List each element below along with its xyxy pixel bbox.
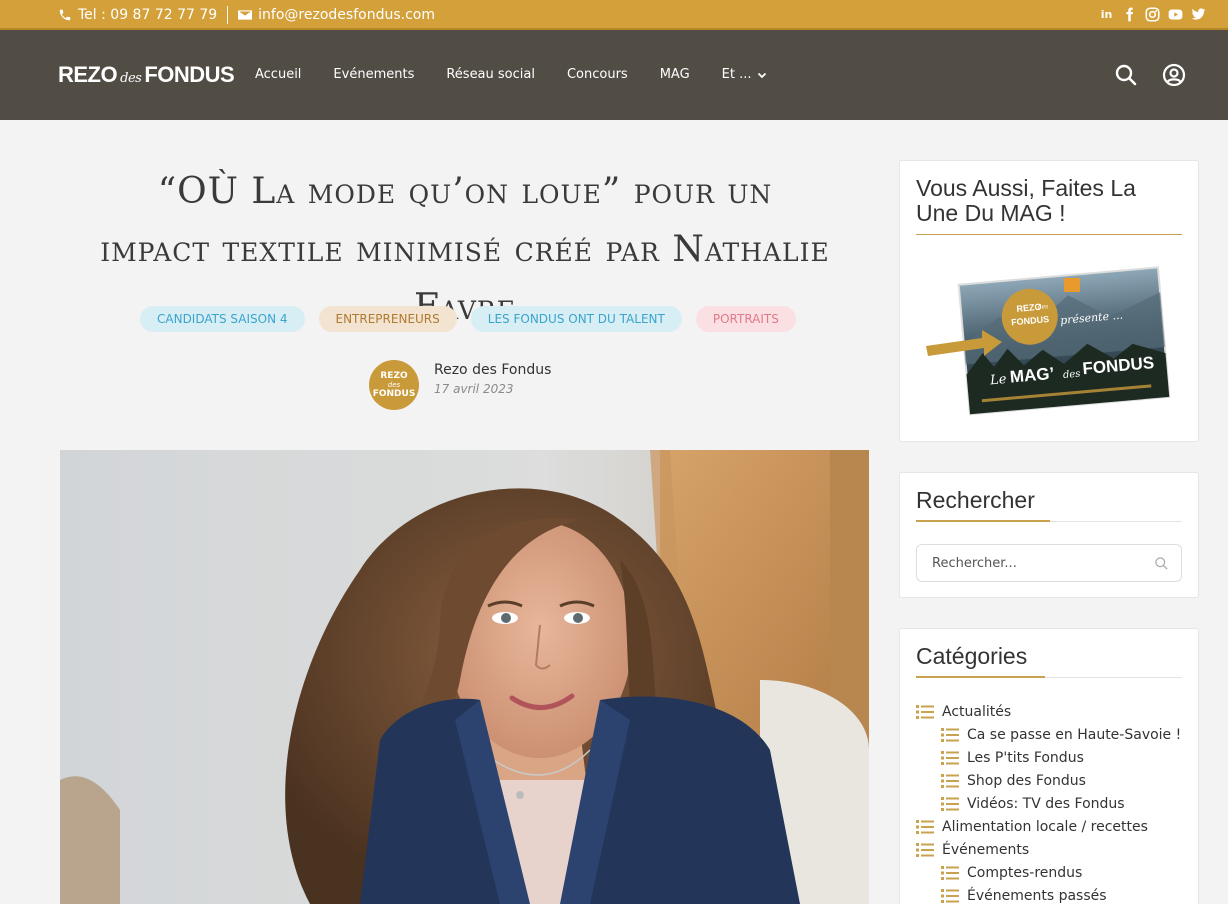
- author-name[interactable]: Rezo des Fondus: [434, 362, 551, 378]
- mag-widget-title: Vous Aussi, Faites La Une Du MAG !: [916, 176, 1182, 235]
- featured-photo: [60, 450, 869, 904]
- avatar[interactable]: REZO des FONDUS: [369, 360, 419, 410]
- linkedin-icon[interactable]: in: [1099, 7, 1114, 22]
- category-item[interactable]: Shop des Fondus: [916, 769, 1182, 792]
- category-item[interactable]: Ca se passe en Haute-Savoie !: [916, 723, 1182, 746]
- logo-text-des: des: [120, 71, 142, 86]
- list-icon: [941, 796, 959, 811]
- categories-widget: Catégories Actualités Ca se passe en Hau…: [899, 628, 1199, 904]
- search-widget-title: Rechercher: [916, 487, 1035, 513]
- youtube-icon[interactable]: [1168, 7, 1183, 22]
- phone-link[interactable]: Tel : 09 87 72 77 79: [58, 7, 217, 23]
- category-label: Événements: [942, 841, 1030, 858]
- nav-reseau-social[interactable]: Réseau social: [446, 67, 535, 82]
- search-placeholder: Rechercher...: [932, 555, 1017, 571]
- list-icon: [941, 773, 959, 788]
- category-item[interactable]: Événements passés: [916, 884, 1182, 904]
- email-link[interactable]: info@rezodesfondus.com: [238, 7, 435, 23]
- avatar-text-fondus: FONDUS: [372, 388, 416, 399]
- list-icon: [941, 750, 959, 765]
- category-label: Shop des Fondus: [967, 772, 1086, 789]
- list-icon: [941, 727, 959, 742]
- list-icon: [916, 704, 934, 719]
- list-icon: [941, 865, 959, 880]
- list-icon: [916, 819, 934, 834]
- svg-text:Le: Le: [989, 372, 1008, 388]
- nav-mag[interactable]: MAG: [660, 67, 690, 82]
- svg-text:MAG’: MAG’: [1009, 364, 1055, 387]
- tag-candidats-saison-4[interactable]: CANDIDATS SAISON 4: [140, 306, 305, 332]
- nav-more-label: Et ...: [721, 67, 752, 82]
- site-logo[interactable]: REZO des FONDUS: [58, 62, 235, 88]
- search-icon[interactable]: [1114, 63, 1138, 87]
- category-label: Comptes-rendus: [967, 864, 1083, 881]
- top-contact-bar: Tel : 09 87 72 77 79 info@rezodesfondus.…: [0, 0, 1228, 30]
- category-item[interactable]: Actualités: [916, 700, 1182, 723]
- logo-text-rezo: REZO: [58, 62, 118, 87]
- title-underline: [916, 676, 1182, 678]
- tag-entrepreneurs[interactable]: ENTREPRENEURS: [318, 306, 457, 332]
- svg-text:des: des: [1063, 369, 1081, 381]
- envelope-icon: [238, 10, 253, 20]
- user-account-icon[interactable]: [1162, 63, 1186, 87]
- search-input[interactable]: Rechercher...: [916, 544, 1182, 582]
- category-label: Alimentation locale / recettes: [942, 818, 1148, 835]
- search-widget: Rechercher Rechercher...: [899, 472, 1199, 598]
- list-icon: [916, 842, 934, 857]
- nav-concours[interactable]: Concours: [567, 67, 628, 82]
- category-item[interactable]: Alimentation locale / recettes: [916, 815, 1182, 838]
- phone-text: Tel : 09 87 72 77 79: [78, 7, 218, 23]
- category-label: Événements passés: [967, 887, 1107, 904]
- category-label: Actualités: [942, 703, 1012, 720]
- category-item[interactable]: Événements: [916, 838, 1182, 861]
- divider: [227, 6, 229, 24]
- tag-portraits[interactable]: PORTRAITS: [695, 306, 796, 332]
- chevron-down-icon: [757, 72, 766, 78]
- main-nav: Accueil Evénements Réseau social Concour…: [255, 67, 799, 82]
- category-item[interactable]: Vidéos: TV des Fondus: [916, 792, 1182, 815]
- category-list: Actualités Ca se passe en Haute-Savoie !…: [916, 700, 1182, 904]
- category-item[interactable]: Les P'tits Fondus: [916, 746, 1182, 769]
- categories-widget-title: Catégories: [916, 643, 1028, 669]
- mag-widget: Vous Aussi, Faites La Une Du MAG ! REZO …: [899, 160, 1199, 442]
- author-info: Rezo des Fondus 17 avril 2023: [434, 362, 551, 410]
- category-label: Les P'tits Fondus: [967, 749, 1084, 766]
- category-label: Ca se passe en Haute-Savoie !: [967, 726, 1182, 743]
- nav-accueil[interactable]: Accueil: [255, 67, 301, 82]
- email-text: info@rezodesfondus.com: [258, 7, 435, 23]
- article-tags: CANDIDATS SAISON 4 ENTREPRENEURS LES FON…: [140, 306, 796, 332]
- nav-evenements[interactable]: Evénements: [333, 67, 414, 82]
- phone-icon: [59, 9, 71, 21]
- list-icon: [941, 888, 959, 903]
- contact-info: Tel : 09 87 72 77 79 info@rezodesfondus.…: [58, 6, 435, 24]
- search-icon[interactable]: [1154, 556, 1169, 571]
- social-links: in: [1099, 7, 1206, 22]
- avatar-text-rezo: REZO: [380, 370, 408, 381]
- mag-promo-image[interactable]: REZO des FONDUS présente ... Le MAG’ des…: [922, 266, 1172, 416]
- category-label: Vidéos: TV des Fondus: [967, 795, 1125, 812]
- facebook-icon[interactable]: [1122, 7, 1137, 22]
- publish-date: 17 avril 2023: [434, 382, 514, 396]
- avatar-text-des: des: [387, 380, 401, 389]
- twitter-icon[interactable]: [1191, 7, 1206, 22]
- author-block: REZO des FONDUS Rezo des Fondus 17 avril…: [369, 360, 551, 410]
- category-item[interactable]: Comptes-rendus: [916, 861, 1182, 884]
- logo-text-fondus: FONDUS: [144, 62, 235, 87]
- tag-les-fondus-ont-du-talent[interactable]: LES FONDUS ONT DU TALENT: [470, 306, 682, 332]
- nav-more[interactable]: Et ...: [722, 67, 767, 82]
- instagram-icon[interactable]: [1145, 7, 1160, 22]
- title-underline: [916, 520, 1182, 522]
- header-actions: [1114, 63, 1186, 87]
- site-header: REZO des FONDUS Accueil Evénements Résea…: [0, 30, 1228, 120]
- svg-text:des: des: [1037, 303, 1048, 311]
